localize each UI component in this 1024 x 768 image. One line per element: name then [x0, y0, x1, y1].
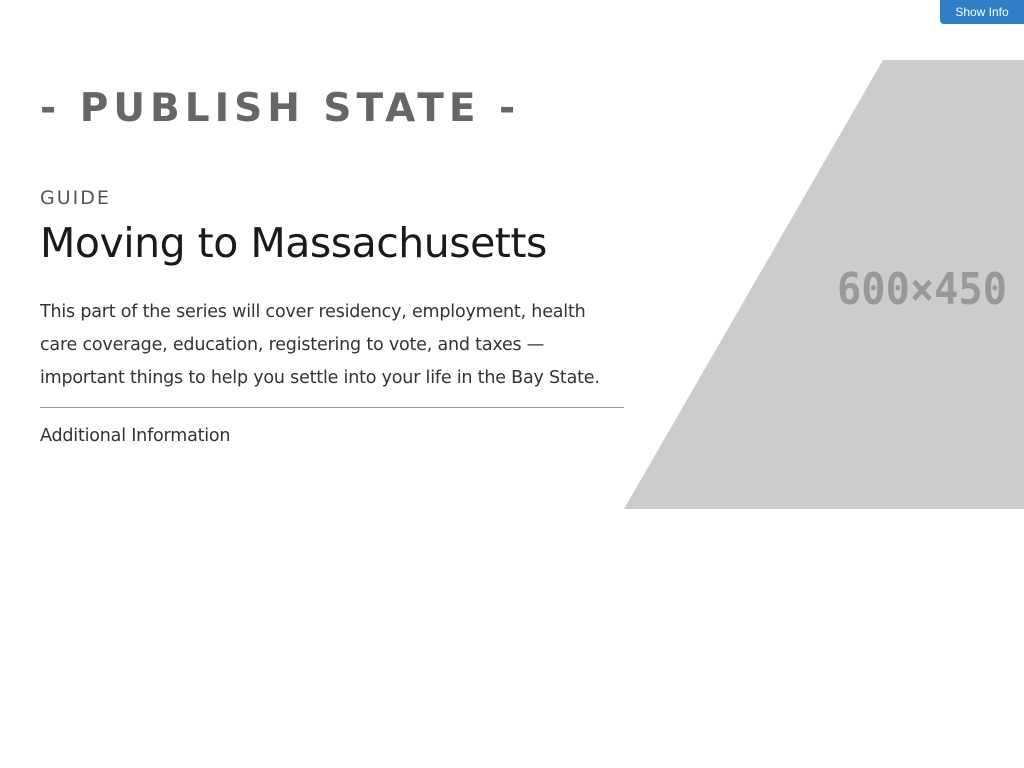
page: Show Info - PUBLISH STATE - GUIDE Moving…	[0, 0, 1024, 768]
show-info-button[interactable]: Show Info	[940, 0, 1024, 24]
hero-image-placeholder: 600×450	[624, 60, 1024, 509]
article-content: GUIDE Moving to Massachusetts This part …	[40, 186, 624, 448]
article-title: Moving to Massachusetts	[40, 219, 547, 267]
divider	[40, 407, 624, 408]
article-description: This part of the series will cover resid…	[40, 302, 600, 388]
additional-information-link[interactable]: Additional Information	[40, 424, 231, 448]
article-kicker: GUIDE	[40, 187, 111, 209]
publish-state-banner: - PUBLISH STATE -	[40, 86, 521, 131]
hero-image-dimensions-text: 600×450	[837, 264, 1007, 315]
